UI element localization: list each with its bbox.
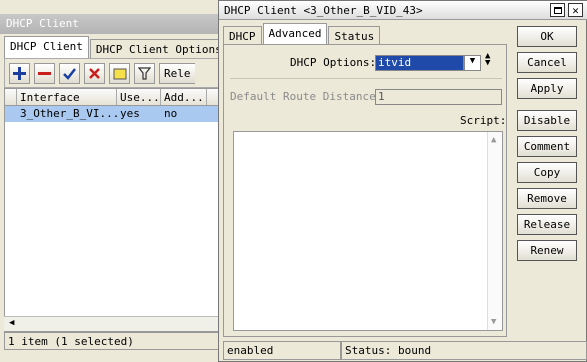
x-icon — [89, 67, 100, 79]
dhcp-options-select[interactable]: itvid — [375, 55, 464, 71]
dropdown-button[interactable]: ▼ — [464, 55, 481, 71]
enable-button[interactable] — [59, 62, 80, 84]
tab-dhcp[interactable]: DHCP — [223, 26, 262, 45]
note-icon — [113, 68, 126, 79]
cell-add: no — [164, 107, 178, 120]
copy-button[interactable]: Copy — [517, 162, 577, 183]
tab-bar: DHCP Client DHCP Client Options — [4, 36, 229, 58]
remove-button[interactable]: Remove — [517, 188, 577, 209]
default-route-distance-field[interactable]: 1 — [375, 89, 502, 105]
ok-button[interactable]: OK — [517, 26, 577, 47]
tab-advanced[interactable]: Advanced — [262, 23, 328, 45]
close-icon: ✕ — [572, 3, 579, 17]
minus-icon — [38, 71, 51, 75]
status-bar: 1 item (1 selected) — [4, 332, 222, 350]
comment-button[interactable] — [109, 62, 130, 84]
cell-interface: 3_Other_B_VI... — [20, 107, 117, 120]
comment-button[interactable]: Comment — [517, 136, 577, 157]
status-bound: Status: bound — [341, 341, 587, 360]
remove-button[interactable] — [34, 62, 55, 84]
table-header: Interface Use... Add... — [5, 89, 221, 106]
scroll-up-icon[interactable]: ▲ — [491, 135, 496, 145]
column-add[interactable]: Add... — [161, 89, 207, 105]
dialog-title: DHCP Client <3_Other_B_VID_43> — [219, 1, 587, 20]
apply-button[interactable]: Apply — [517, 78, 577, 99]
separator — [230, 78, 502, 79]
chevron-down-icon: ▼ — [469, 56, 476, 66]
script-label: Script: — [460, 114, 507, 127]
disable-button[interactable]: Disable — [517, 110, 577, 131]
restore-button[interactable] — [550, 3, 565, 17]
restore-icon — [553, 6, 562, 14]
filter-button[interactable] — [134, 62, 155, 84]
add-button[interactable] — [9, 62, 30, 84]
tab-dhcp-client[interactable]: DHCP Client — [4, 36, 89, 58]
column-interface[interactable]: Interface — [17, 89, 117, 105]
dialog-tab-bar: DHCP Advanced Status — [223, 23, 381, 45]
dhcp-client-list-window: DHCP Client DHCP Client DHCP Client Opti… — [0, 0, 228, 362]
release-button[interactable]: Release — [517, 214, 577, 235]
advanced-panel: DHCP Options: itvid ▼ ▲ ▼ Default Route … — [223, 44, 507, 337]
column-flag — [5, 89, 17, 105]
cell-use: yes — [120, 107, 140, 120]
scroll-left-icon[interactable]: ◀ — [9, 318, 14, 328]
scroll-down-icon[interactable]: ▼ — [491, 317, 496, 327]
renew-button[interactable]: Renew — [517, 240, 577, 261]
close-button[interactable]: ✕ — [568, 3, 583, 17]
disable-button[interactable] — [84, 62, 105, 84]
vertical-scrollbar[interactable]: ▲ ▼ — [487, 132, 502, 330]
tab-dhcp-client-options[interactable]: DHCP Client Options — [89, 39, 228, 58]
filter-icon — [138, 66, 151, 80]
column-use[interactable]: Use... — [117, 89, 161, 105]
dialog-status-bar: enabled Status: bound — [223, 341, 587, 360]
dhcp-client-dialog: DHCP Client <3_Other_B_VID_43> ✕ DHCP Ad… — [218, 0, 587, 362]
horizontal-scrollbar[interactable]: ◀ — [4, 316, 222, 331]
plus-icon — [13, 66, 26, 80]
default-route-distance-label: Default Route Distance: — [230, 90, 383, 103]
arrow-down-icon[interactable]: ▼ — [485, 59, 490, 68]
tab-status[interactable]: Status — [328, 26, 381, 45]
table-row[interactable]: 3_Other_B_VI... yes no — [5, 106, 221, 122]
toolbar: Rele — [4, 58, 222, 88]
reorder-arrows[interactable]: ▲ ▼ — [485, 52, 490, 68]
status-enabled: enabled — [223, 341, 341, 360]
client-table: Interface Use... Add... 3_Other_B_VI... … — [4, 88, 222, 332]
cancel-button[interactable]: Cancel — [517, 52, 577, 73]
window-title: DHCP Client — [0, 14, 222, 34]
script-textarea[interactable]: ▲ ▼ — [233, 131, 503, 331]
check-icon — [63, 67, 76, 80]
dhcp-options-label: DHCP Options: — [290, 56, 377, 69]
release-button[interactable]: Rele — [159, 62, 195, 84]
row-flag — [5, 106, 17, 122]
